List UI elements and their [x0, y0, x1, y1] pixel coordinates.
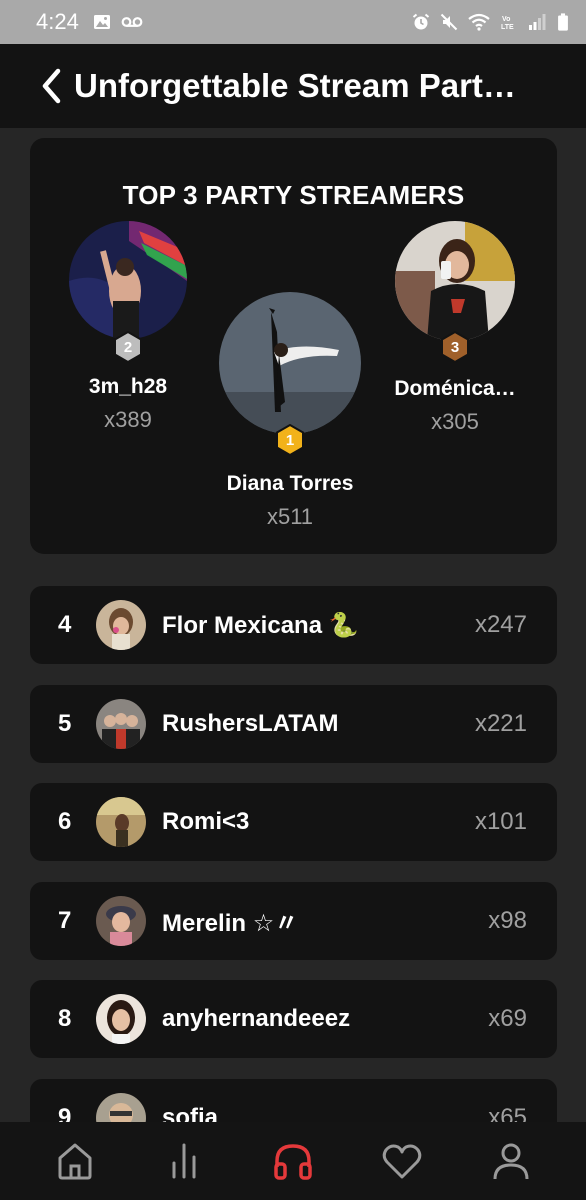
list-item[interactable]: 9 sofia x65 [30, 1078, 557, 1123]
streamer-count: x69 [488, 1005, 527, 1032]
streamer-count: x65 [488, 1103, 527, 1123]
back-arrow-icon[interactable] [38, 66, 66, 106]
streamer-count: x101 [474, 808, 527, 835]
list-item[interactable]: 8 anyhernandeeez x69 [30, 980, 557, 1058]
signal-icon [528, 13, 546, 31]
rank-badge: 1 [274, 424, 306, 456]
streamer-name: anyhernandeeez [162, 1005, 351, 1032]
list-item[interactable]: 4 Flor Mexicana 🐍 x247 [30, 586, 557, 664]
podium-count: x389 [104, 407, 152, 432]
podium-count: x511 [266, 504, 314, 529]
avatar[interactable] [219, 292, 361, 434]
list-item[interactable]: 7 Merelin ☆〃 x98 [30, 881, 557, 960]
list-item[interactable]: 6 Romi<3 x101 [30, 783, 557, 861]
avatar[interactable] [96, 994, 146, 1044]
page-title: Unforgettable Stream Part… [74, 67, 516, 104]
rank-number: 6 [58, 808, 72, 835]
podium-rank-1[interactable]: 1 Diana Torres x511 [215, 292, 365, 530]
streamer-count: x221 [474, 709, 527, 737]
avatar[interactable] [96, 895, 146, 946]
rank-badge: 2 [112, 331, 144, 363]
status-bar: 4:24 Vo LTE [0, 0, 586, 44]
podium-count: x305 [431, 409, 479, 434]
heart-icon[interactable] [380, 1139, 424, 1183]
image-icon [93, 13, 111, 31]
top3-card: TOP 3 PARTY STREAMERS 2 3m_h28 x389 1 Di… [30, 138, 557, 554]
headphones-icon[interactable] [271, 1139, 315, 1183]
stats-icon[interactable] [162, 1139, 206, 1183]
mute-icon [440, 13, 458, 31]
streamer-name: Flor Mexicana 🐍 [162, 611, 359, 639]
leaderboard-content[interactable]: TOP 3 PARTY STREAMERS 2 3m_h28 x389 1 Di… [0, 128, 586, 1122]
avatar[interactable] [96, 1092, 146, 1122]
home-icon[interactable] [53, 1139, 97, 1183]
voicemail-icon [121, 13, 143, 31]
wifi-icon [468, 13, 490, 31]
avatar[interactable] [96, 600, 146, 650]
podium-name: 3m_h28 [88, 375, 168, 398]
podium-rank-3[interactable]: 3 Doménica… x305 [385, 221, 525, 435]
rank-number: 5 [58, 709, 72, 737]
avatar[interactable] [395, 221, 515, 341]
streamer-name: Merelin ☆〃 [162, 910, 299, 937]
streamer-count: x98 [488, 906, 527, 934]
svg-text:LTE: LTE [501, 24, 514, 31]
alarm-icon [412, 13, 430, 31]
podium-rank-2[interactable]: 2 3m_h28 x389 [60, 221, 196, 433]
battery-icon [556, 13, 570, 31]
status-time: 4:24 [36, 9, 79, 34]
rank-number: 4 [58, 611, 72, 638]
top3-title: TOP 3 PARTY STREAMERS [122, 180, 465, 210]
svg-text:Vo: Vo [502, 16, 510, 23]
rank-list: 4 Flor Mexicana 🐍 x247 5 RushersLATAM x2… [30, 586, 557, 1122]
avatar[interactable] [96, 797, 146, 847]
bottom-nav [0, 1122, 586, 1200]
volte-icon: Vo LTE [500, 13, 518, 31]
podium-name: Diana Torres [226, 472, 354, 495]
app-header: Unforgettable Stream Part… [0, 44, 586, 128]
list-item[interactable]: 5 RushersLATAM x221 [30, 684, 557, 763]
profile-icon[interactable] [489, 1139, 533, 1183]
streamer-count: x247 [474, 611, 527, 638]
avatar[interactable] [96, 698, 146, 749]
rank-number: 9 [58, 1103, 72, 1123]
avatar[interactable] [69, 221, 187, 339]
rank-badge: 3 [439, 331, 471, 363]
streamer-name: Romi<3 [162, 808, 250, 835]
rank-number: 7 [58, 906, 72, 934]
rank-number: 8 [58, 1005, 72, 1032]
podium-name: Doménica… [394, 377, 516, 400]
streamer-name: RushersLATAM [162, 709, 339, 737]
streamer-name: sofia [162, 1103, 219, 1123]
